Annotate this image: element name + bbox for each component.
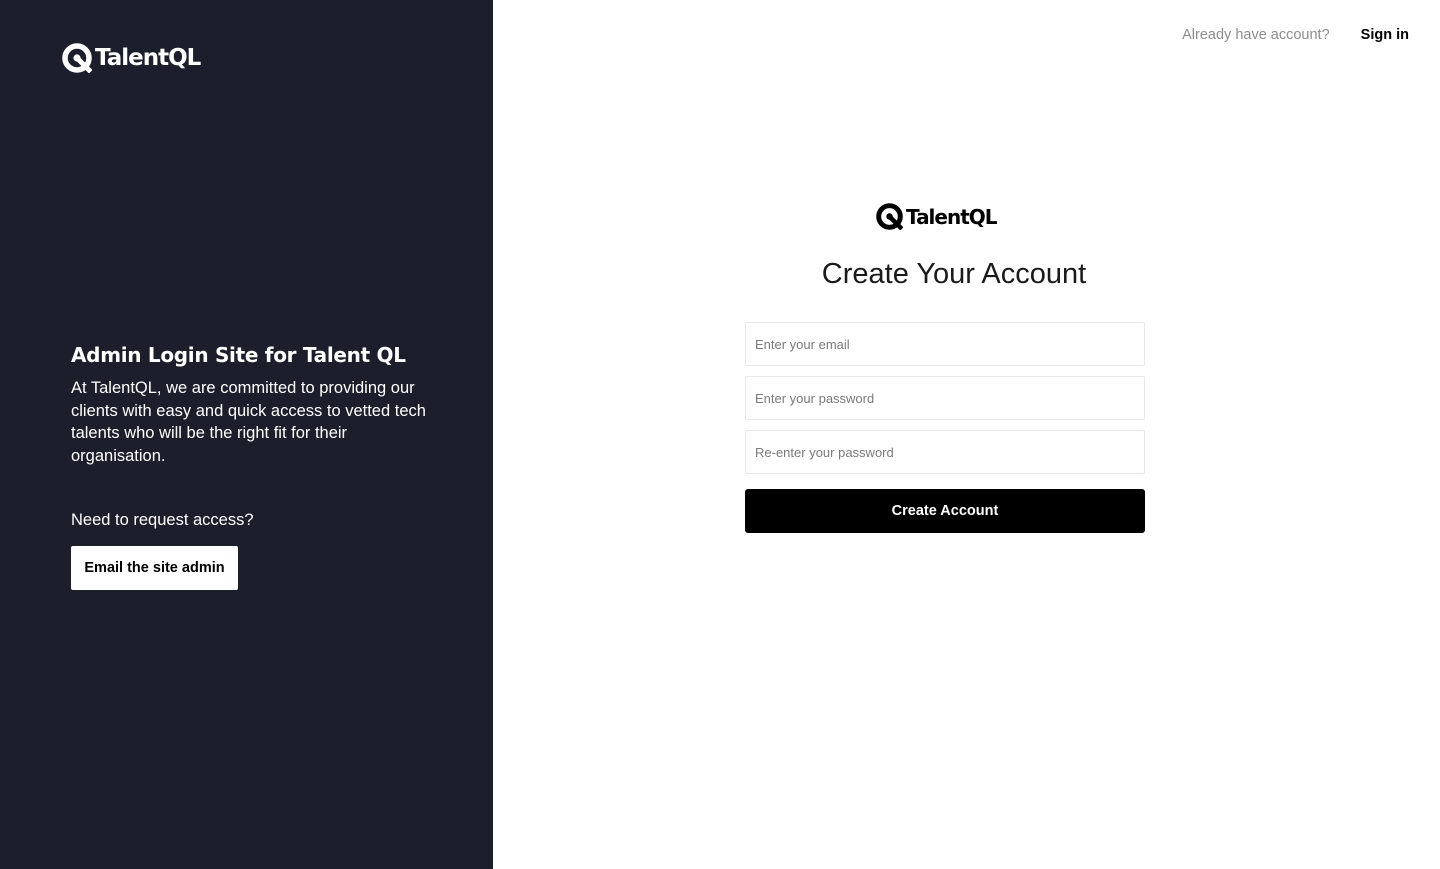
signin-prompt: Already have account? Sign in (1182, 26, 1409, 44)
confirm-password-field[interactable] (745, 430, 1145, 474)
intro-section: Admin Login Site for Talent QL At Talent… (71, 343, 441, 467)
password-field[interactable] (745, 376, 1145, 420)
request-access-prompt: Need to request access? (71, 511, 254, 529)
left-panel: TalentQL Admin Login Site for Talent QL … (0, 0, 493, 869)
form-brand-logo: TalentQL (876, 203, 998, 230)
email-admin-button[interactable]: Email the site admin (71, 546, 238, 590)
already-have-account-text: Already have account? (1182, 27, 1330, 43)
form-brand-name: TalentQL (906, 204, 998, 229)
signin-link[interactable]: Sign in (1361, 27, 1409, 43)
intro-description: At TalentQL, we are committed to providi… (71, 379, 426, 465)
brand-logo: TalentQL (62, 43, 201, 73)
form-title: Create Your Account (821, 258, 1087, 290)
talentql-logo-icon (62, 43, 92, 73)
talentql-logo-icon (876, 203, 903, 230)
create-account-button[interactable]: Create Account (745, 489, 1145, 533)
email-field[interactable] (745, 322, 1145, 366)
brand-name: TalentQL (95, 45, 201, 71)
intro-title: Admin Login Site for Talent QL (71, 343, 406, 367)
